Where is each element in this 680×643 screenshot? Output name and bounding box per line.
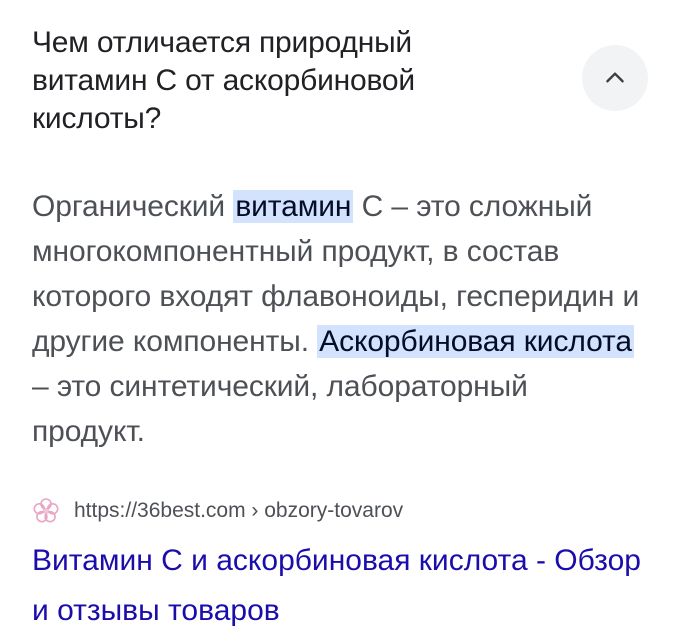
collapse-button[interactable] xyxy=(582,45,648,111)
chevron-up-icon xyxy=(602,65,628,91)
faq-question[interactable]: Чем отличается природный витамин С от ас… xyxy=(32,24,532,138)
flower-icon xyxy=(32,497,60,525)
answer-text: – это синтетический, лабораторный продук… xyxy=(32,370,528,448)
highlight-keyword: Аскорбиновая кислота xyxy=(317,325,634,358)
result-title-link[interactable]: Витамин С и аскорбиновая кислота - Обзор… xyxy=(32,536,652,636)
highlight-keyword: витамин xyxy=(233,190,354,223)
source-row[interactable]: https://36best.com › obzory-tovarov xyxy=(32,494,403,528)
answer-text: Органический xyxy=(32,190,234,223)
source-url[interactable]: https://36best.com › obzory-tovarov xyxy=(74,499,403,523)
answer-snippet: Органический витамин С – это сложный мно… xyxy=(32,184,642,454)
